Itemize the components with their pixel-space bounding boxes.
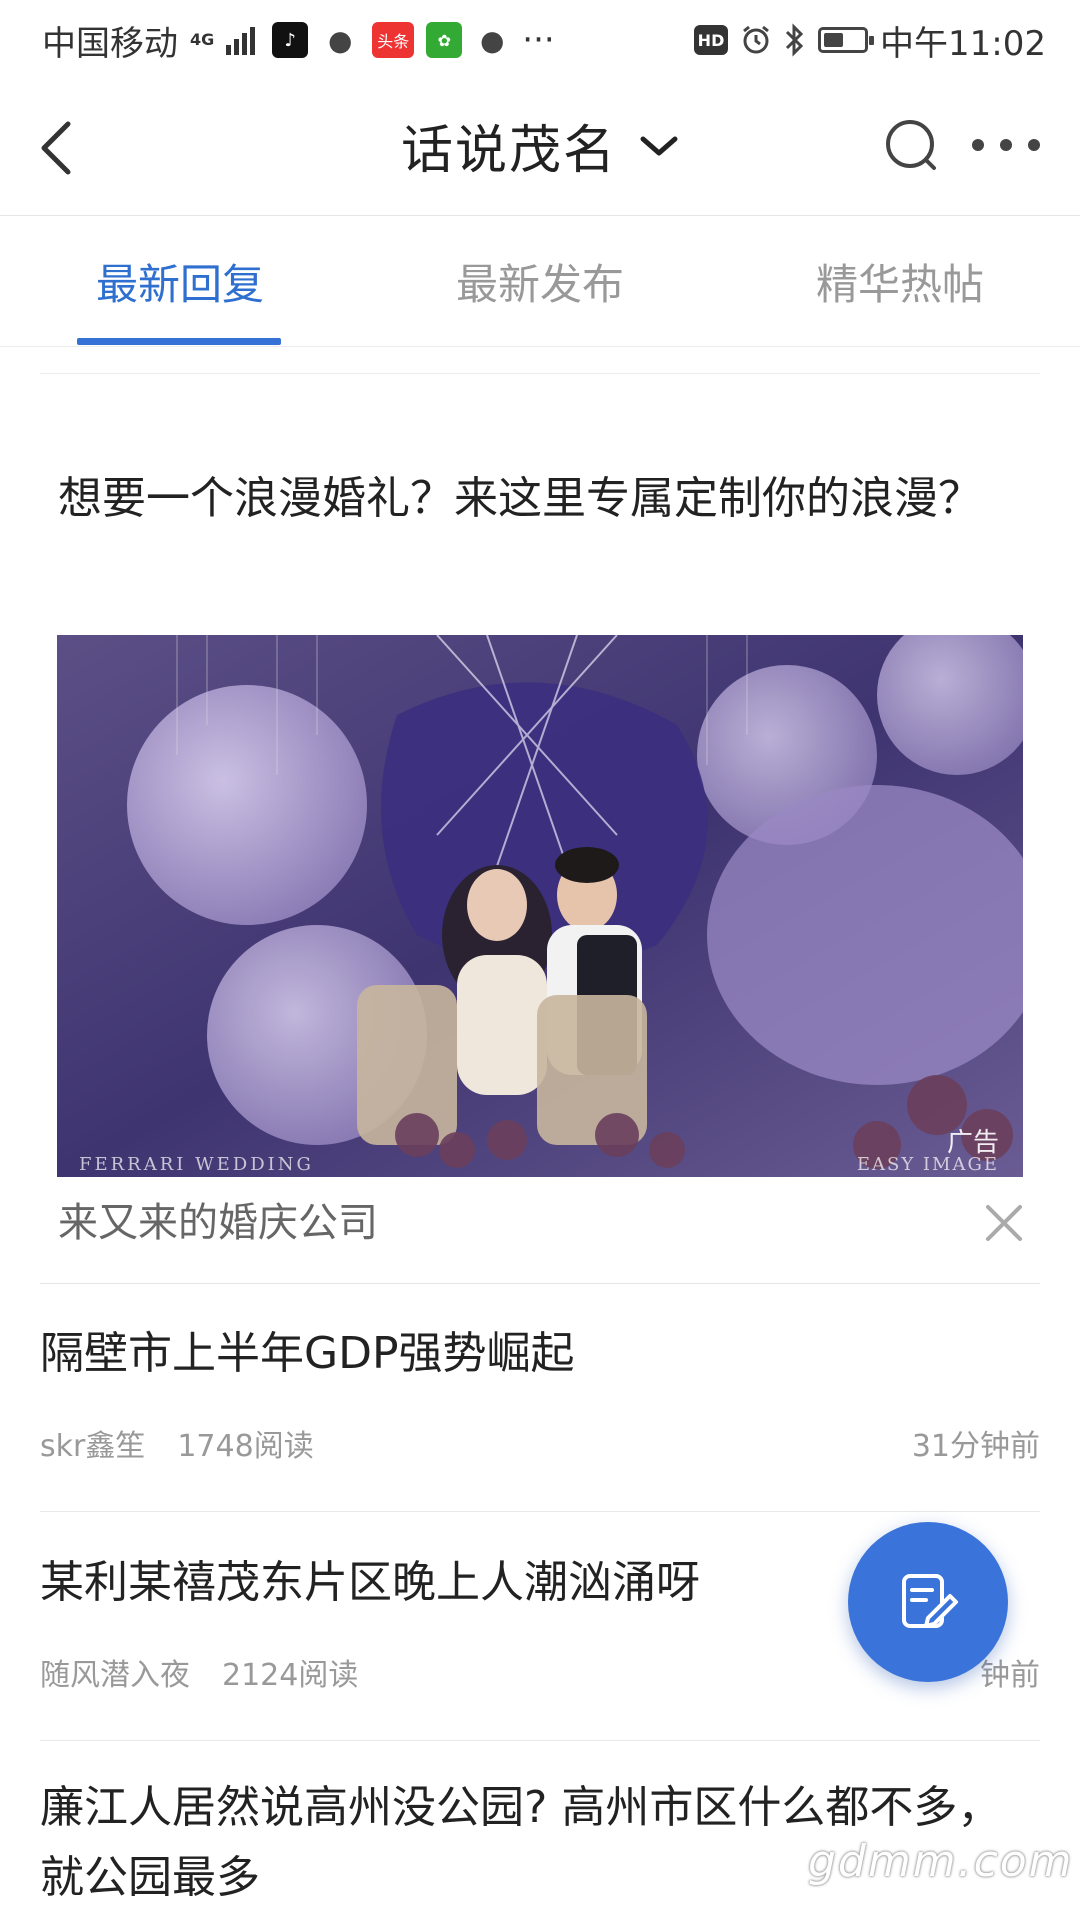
tab-latest-post[interactable]: 最新发布 bbox=[360, 217, 720, 346]
ad-image[interactable]: 广告 FERRARI WEDDING EASY IMAGE bbox=[57, 635, 1023, 1177]
ad-title[interactable]: 想要一个浪漫婚礼？来这里专属定制你的浪漫？ bbox=[58, 463, 1018, 535]
tab-featured[interactable]: 精华热帖 bbox=[720, 217, 1080, 346]
ad-source: 来又来的婚庆公司 bbox=[58, 1200, 378, 1246]
post-title[interactable]: 隔壁市上半年GDP强势崛起 bbox=[40, 1319, 1040, 1389]
post-feed[interactable]: 想要一个浪漫婚礼？来这里专属定制你的浪漫？ 广告 FERRARI WEDDING… bbox=[0, 347, 1080, 1920]
compose-icon bbox=[902, 1574, 958, 1628]
page-title: 话说茂名 bbox=[400, 121, 617, 181]
tiktok-icon: ♪ bbox=[272, 22, 309, 58]
battery-icon bbox=[818, 27, 875, 53]
post-meta: skr鑫笙 1748阅读 31分钟前 bbox=[40, 1421, 1040, 1465]
list-item[interactable]: 隔壁市上半年GDP强势崛起 skr鑫笙 1748阅读 31分钟前 bbox=[0, 1283, 1080, 1513]
network-type: 4G bbox=[190, 30, 215, 49]
active-tab-indicator bbox=[77, 338, 281, 345]
post-author[interactable]: skr鑫笙 bbox=[40, 1421, 145, 1465]
status-bar: 中国移动 4G ♪ ● 头条 ✿ ● ··· HD 中午11:02 bbox=[0, 0, 1080, 80]
signal-icon bbox=[226, 27, 256, 55]
ad-card[interactable]: 想要一个浪漫婚礼？来这里专属定制你的浪漫？ 广告 FERRARI WEDDING… bbox=[0, 373, 1080, 1284]
toutiao-icon: 头条 bbox=[372, 22, 415, 58]
status-bar-right: HD 中午11:02 bbox=[694, 16, 1046, 65]
clock: 中午11:02 bbox=[880, 23, 1046, 64]
alarm-icon bbox=[743, 25, 769, 54]
message-icon: ● bbox=[480, 23, 505, 57]
search-icon[interactable] bbox=[880, 114, 944, 178]
post-time: 钟前 bbox=[980, 1658, 1040, 1693]
app-header: 话说茂名 bbox=[0, 80, 1080, 216]
battery-fill bbox=[824, 33, 844, 47]
more-icon[interactable] bbox=[966, 130, 1046, 160]
compose-button[interactable] bbox=[848, 1522, 1008, 1682]
chevron-down-icon bbox=[640, 136, 678, 155]
tab-bar: 最新回复 最新发布 精华热帖 bbox=[0, 217, 1080, 347]
carrier-label: 中国移动 bbox=[42, 23, 178, 64]
photo-watermark-left: FERRARI WEDDING bbox=[79, 1154, 314, 1175]
post-time: 31分钟前 bbox=[911, 1429, 1040, 1464]
status-bar-left: 中国移动 4G ♪ ● 头条 ✿ ● ··· bbox=[42, 16, 555, 65]
post-read-count: 1748阅读 bbox=[177, 1429, 314, 1464]
green-app-icon: ✿ bbox=[426, 22, 463, 58]
site-watermark: gdmm.com bbox=[808, 1836, 1074, 1887]
wechat-icon: ● bbox=[328, 23, 353, 57]
more-notifications: ··· bbox=[522, 20, 555, 60]
post-author[interactable]: 随风潜入夜 bbox=[40, 1650, 190, 1694]
hd-badge: HD bbox=[694, 25, 729, 55]
photo-watermark-right: EASY IMAGE bbox=[856, 1154, 999, 1175]
list-item[interactable]: 廉江人居然说高州没公园? 高州市区什么都不多，就公园最多 bbox=[0, 1741, 1080, 1920]
tab-latest-reply[interactable]: 最新回复 bbox=[0, 217, 360, 346]
wedding-photo bbox=[57, 635, 1023, 1177]
close-icon[interactable] bbox=[982, 1201, 1026, 1245]
bluetooth-icon bbox=[785, 23, 804, 57]
post-read-count: 2124阅读 bbox=[222, 1658, 359, 1693]
